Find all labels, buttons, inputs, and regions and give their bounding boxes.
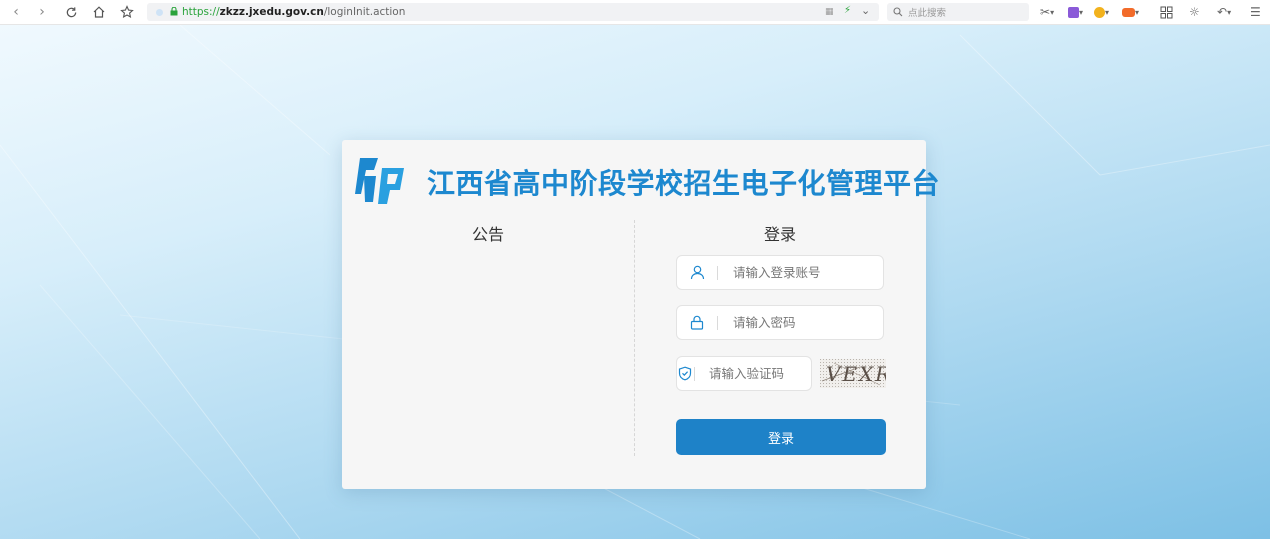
back-icon[interactable]: ‹	[6, 2, 26, 22]
password-field	[676, 305, 884, 340]
captcha-input[interactable]	[707, 365, 811, 382]
login-card: 江西省高中阶段学校招生电子化管理平台 公告 登录 请输入登录账号 请输入验证码 …	[342, 140, 940, 489]
bookmark-star-icon[interactable]	[117, 2, 137, 22]
search-box[interactable]: 点此搜索	[887, 3, 1029, 21]
url-scheme: https://	[182, 6, 220, 18]
qr-code-icon[interactable]: ▦	[825, 7, 834, 17]
notice-heading: 公告	[472, 225, 505, 244]
account-input[interactable]	[731, 264, 883, 281]
system-title: 江西省高中阶段学校招生电子化管理平台	[427, 167, 941, 200]
captcha-image[interactable]: VEXR	[820, 359, 886, 388]
lightning-icon[interactable]: ⚡	[844, 5, 851, 16]
captcha-text: VEXR	[826, 362, 886, 386]
field-separator	[717, 315, 718, 330]
address-bar[interactable]: https://zkzz.jxedu.gov.cn/loginInit.acti…	[147, 3, 879, 21]
menu-icon[interactable]: ☰	[1250, 4, 1261, 20]
login-heading: 登录	[764, 225, 797, 244]
url-text: https://zkzz.jxedu.gov.cn/loginInit.acti…	[182, 6, 405, 18]
captcha-field	[676, 356, 812, 391]
password-input[interactable]	[731, 314, 883, 331]
brightness-icon[interactable]: ☼	[1189, 4, 1200, 20]
reload-icon[interactable]	[61, 2, 81, 22]
secure-lock-icon	[170, 5, 178, 19]
undo-icon[interactable]: ↶ ▾	[1217, 4, 1231, 20]
user-icon	[677, 256, 717, 289]
chevron-down-icon[interactable]: ⌄	[861, 4, 870, 17]
url-host: zkzz.jxedu.gov.cn	[219, 6, 324, 18]
forward-icon[interactable]: ›	[32, 2, 52, 22]
home-icon[interactable]	[89, 2, 109, 22]
search-icon	[893, 7, 903, 17]
shield-check-icon	[677, 357, 694, 390]
apps-grid-icon[interactable]	[1160, 4, 1173, 20]
browser-toolbar: ‹ › https://zkzz.jxedu.gov.cn/loginInit.…	[0, 0, 1270, 25]
page-background: 江西省高中阶段学校招生电子化管理平台 公告 登录 请输入登录账号 请输入验证码 …	[0, 25, 1270, 539]
login-button[interactable]: 登录	[676, 419, 886, 455]
site-info-icon[interactable]	[156, 8, 163, 16]
lock-icon	[677, 306, 717, 339]
extension-icon[interactable]: ▾	[1094, 4, 1109, 20]
column-divider	[634, 220, 635, 456]
field-separator	[717, 265, 718, 280]
url-path: /loginInit.action	[323, 6, 406, 18]
scissors-icon[interactable]: ✂ ▾	[1040, 4, 1054, 20]
search-placeholder: 点此搜索	[908, 8, 947, 19]
platform-logo	[355, 158, 404, 204]
account-field	[676, 255, 884, 290]
game-icon[interactable]: ▾	[1122, 4, 1139, 20]
translate-icon[interactable]: ▾	[1068, 4, 1083, 20]
